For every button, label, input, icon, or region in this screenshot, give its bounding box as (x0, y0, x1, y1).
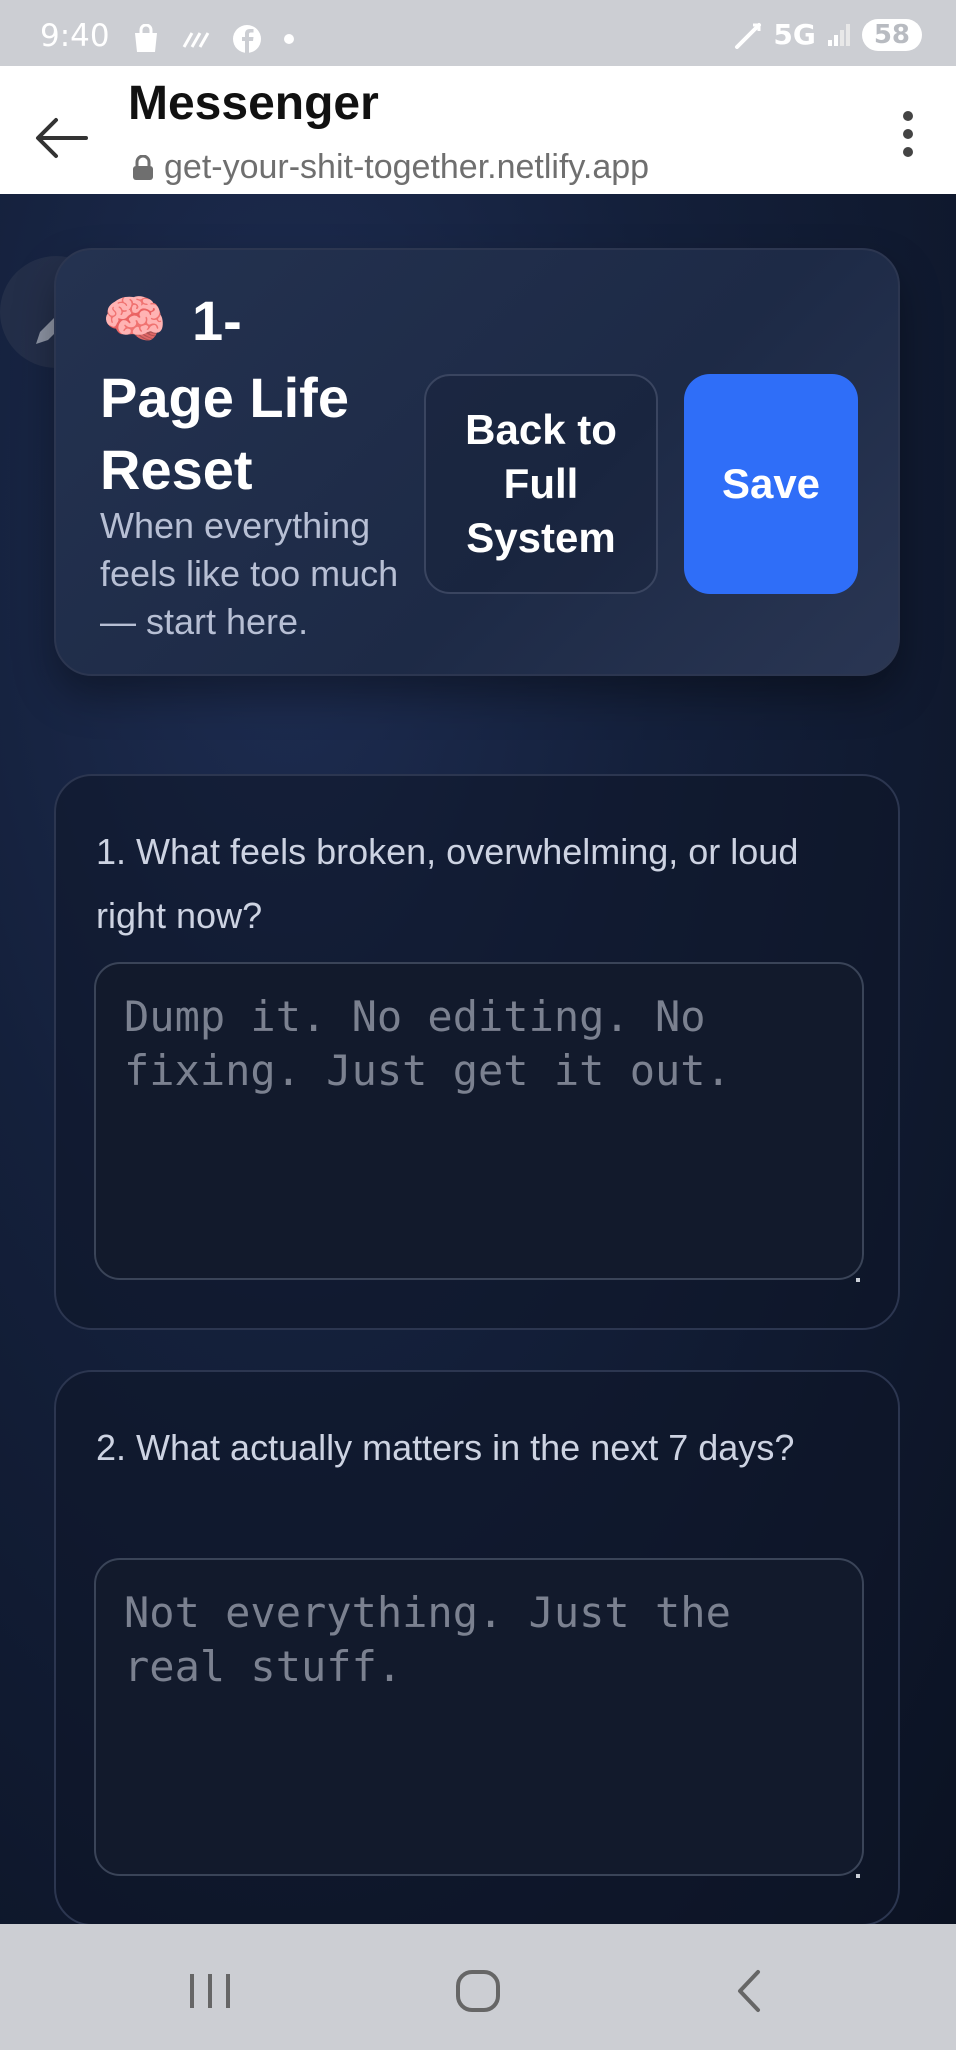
wifi-call-icon (735, 22, 762, 49)
question-label-1: 1. What feels broken, overwhelming, or l… (96, 831, 799, 936)
url-text: get-your-shit-together.netlify.app (164, 148, 650, 186)
page-title-number: 1- (192, 289, 242, 352)
shopping-bag-icon (135, 24, 157, 52)
resize-handle[interactable] (856, 1874, 860, 1878)
question-card-1: 1. What feels broken, overwhelming, or l… (54, 774, 900, 1330)
resize-handle[interactable] (856, 1278, 860, 1282)
system-nav-bar (0, 1924, 956, 2050)
back-arrow-icon[interactable] (30, 106, 94, 170)
page-subtitle: When everything feels like too much — st… (100, 505, 399, 642)
header-card: 🧠 1- Page Life Reset When everything fee… (54, 248, 900, 676)
question-label-2: 2. What actually matters in the next 7 d… (96, 1427, 795, 1468)
browser-title: Messenger (128, 77, 379, 130)
home-icon[interactable] (448, 1966, 508, 2016)
facebook-icon (233, 25, 261, 53)
status-time: 9:40 (40, 18, 110, 54)
system-icons: 5G 58 (733, 18, 922, 51)
url-bar[interactable]: get-your-shit-together.netlify.app (132, 148, 649, 187)
notification-icons (132, 24, 294, 54)
signal-icon (827, 23, 850, 46)
battery-indicator: 58 (861, 18, 922, 51)
recent-apps-icon[interactable] (180, 1966, 240, 2016)
browser-header: Messenger get-your-shit-together.netlify… (0, 66, 956, 194)
page-content: 🧠 1- Page Life Reset When everything fee… (0, 194, 956, 1924)
network-type: 5G (773, 18, 816, 51)
answer-input-1[interactable] (94, 962, 864, 1280)
back-to-full-system-button[interactable]: Back to Full System (424, 374, 658, 594)
link-icon (182, 32, 210, 48)
status-bar: 9:40 5G 58 (0, 0, 956, 66)
brain-icon: 🧠 (102, 291, 167, 349)
answer-input-2[interactable] (94, 1558, 864, 1876)
more-options-icon[interactable] (890, 102, 926, 166)
lock-icon (133, 154, 153, 180)
dot-icon (284, 34, 294, 44)
save-button[interactable]: Save (684, 374, 858, 594)
question-card-2: 2. What actually matters in the next 7 d… (54, 1370, 900, 1924)
page-title: Page Life Reset (100, 366, 349, 501)
nav-back-icon[interactable] (720, 1966, 780, 2016)
